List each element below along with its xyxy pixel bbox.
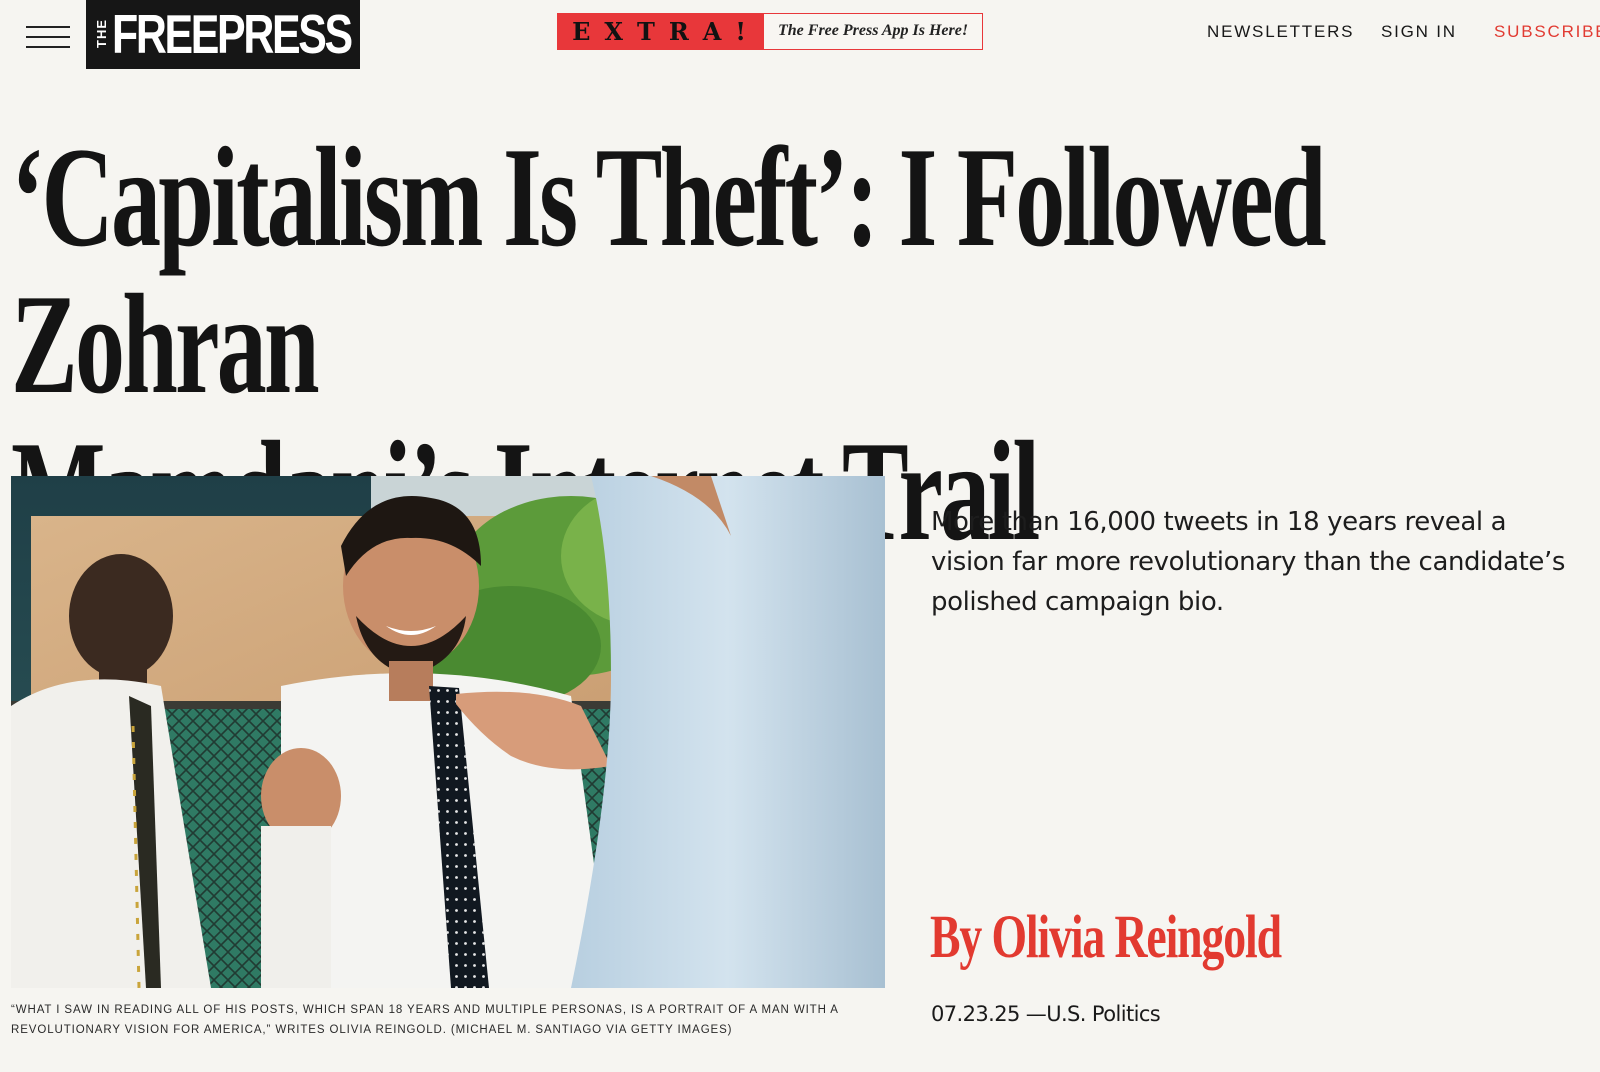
menu-line (26, 36, 70, 38)
image-caption: “What I saw in reading all of his posts,… (11, 1004, 839, 1036)
byline: By Olivia Reingold (930, 903, 1282, 973)
extra-tag: EXTRA! (557, 13, 763, 50)
hero-photo (11, 476, 885, 988)
menu-line (26, 46, 70, 48)
hamburger-menu-icon[interactable] (26, 26, 70, 48)
article-dek: More than 16,000 tweets in 18 years reve… (931, 507, 1566, 617)
menu-line (26, 26, 70, 28)
meta-separator: — (1025, 1002, 1047, 1026)
sign-in-link[interactable]: SIGN IN (1381, 21, 1457, 43)
newsletters-link[interactable]: NEWSLETTERS (1207, 21, 1354, 43)
site-header: THE FREEPRESS EXTRA! The Free Press App … (0, 0, 1600, 72)
site-logo[interactable]: THE FREEPRESS (86, 0, 360, 69)
logo-the: THE (94, 19, 109, 49)
section-link[interactable]: U.S. Politics (1046, 1002, 1161, 1026)
subscribe-link[interactable]: SUBSCRIBE (1494, 21, 1600, 43)
headline-line-1: ‘Capitalism Is Theft’: I Followed Zohran (11, 118, 1327, 423)
byline-prefix: By (930, 904, 982, 971)
author-link[interactable]: Olivia Reingold (991, 904, 1282, 971)
extra-promo-banner[interactable]: EXTRA! The Free Press App Is Here! (557, 13, 984, 50)
extra-message: The Free Press App Is Here! (763, 13, 984, 50)
publish-date: 07.23.25 (931, 1002, 1020, 1026)
logo-name: FREEPRESS (112, 3, 353, 65)
article-meta: 07.23.25 —U.S. Politics (931, 999, 1161, 1029)
